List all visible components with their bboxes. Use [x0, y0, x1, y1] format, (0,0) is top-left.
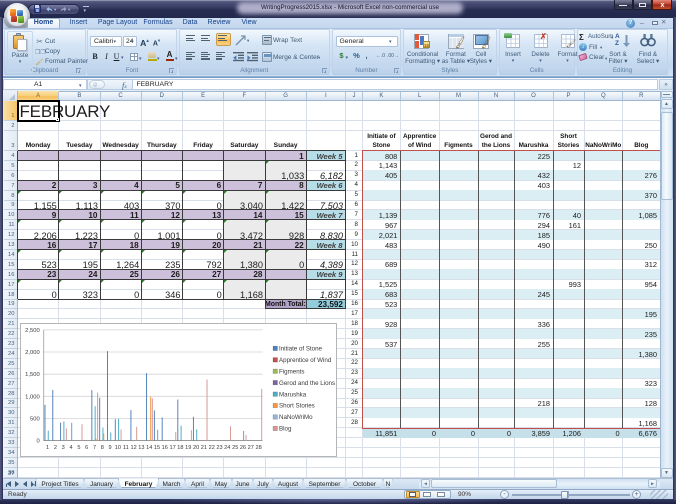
- svg-text:15: 15: [154, 445, 160, 451]
- svg-text:Blog: Blog: [279, 426, 292, 433]
- svg-text:19: 19: [185, 445, 191, 451]
- svg-text:6: 6: [85, 445, 88, 451]
- svg-text:7: 7: [93, 445, 96, 451]
- svg-text:11: 11: [123, 445, 129, 451]
- svg-text:Apprentice of Wind: Apprentice of Wind: [279, 357, 332, 364]
- svg-text:3: 3: [62, 445, 65, 451]
- svg-text:21: 21: [201, 445, 207, 451]
- svg-text:2: 2: [54, 445, 57, 451]
- svg-text:Marushka: Marushka: [279, 392, 307, 399]
- svg-text:1,000: 1,000: [25, 395, 40, 401]
- svg-text:8: 8: [101, 445, 104, 451]
- svg-text:Gerod and the Lions: Gerod and the Lions: [279, 380, 335, 387]
- svg-text:4: 4: [69, 445, 72, 451]
- svg-text:26: 26: [240, 445, 246, 451]
- svg-text:24: 24: [224, 445, 230, 451]
- svg-text:25: 25: [232, 445, 238, 451]
- svg-text:2,500: 2,500: [25, 328, 40, 334]
- svg-text:28: 28: [255, 445, 261, 451]
- svg-text:NaNoWriMo: NaNoWriMo: [279, 414, 313, 421]
- svg-text:500: 500: [30, 417, 40, 423]
- svg-text:16: 16: [162, 445, 168, 451]
- svg-text:12: 12: [130, 445, 136, 451]
- svg-text:0: 0: [36, 439, 39, 445]
- svg-text:17: 17: [169, 445, 175, 451]
- svg-text:Initiate of Stone: Initiate of Stone: [279, 346, 323, 353]
- svg-text:9: 9: [109, 445, 112, 451]
- svg-text:22: 22: [209, 445, 215, 451]
- svg-text:20: 20: [193, 445, 199, 451]
- svg-text:2,000: 2,000: [25, 350, 40, 356]
- svg-text:1: 1: [46, 445, 49, 451]
- svg-text:10: 10: [115, 445, 121, 451]
- svg-text:27: 27: [248, 445, 254, 451]
- svg-text:23: 23: [216, 445, 222, 451]
- svg-text:1,500: 1,500: [25, 372, 40, 378]
- svg-text:14: 14: [146, 445, 152, 451]
- svg-text:Short Stories: Short Stories: [279, 403, 315, 410]
- svg-text:Figments: Figments: [279, 369, 304, 376]
- svg-text:18: 18: [177, 445, 183, 451]
- svg-text:13: 13: [138, 445, 144, 451]
- svg-text:5: 5: [77, 445, 80, 451]
